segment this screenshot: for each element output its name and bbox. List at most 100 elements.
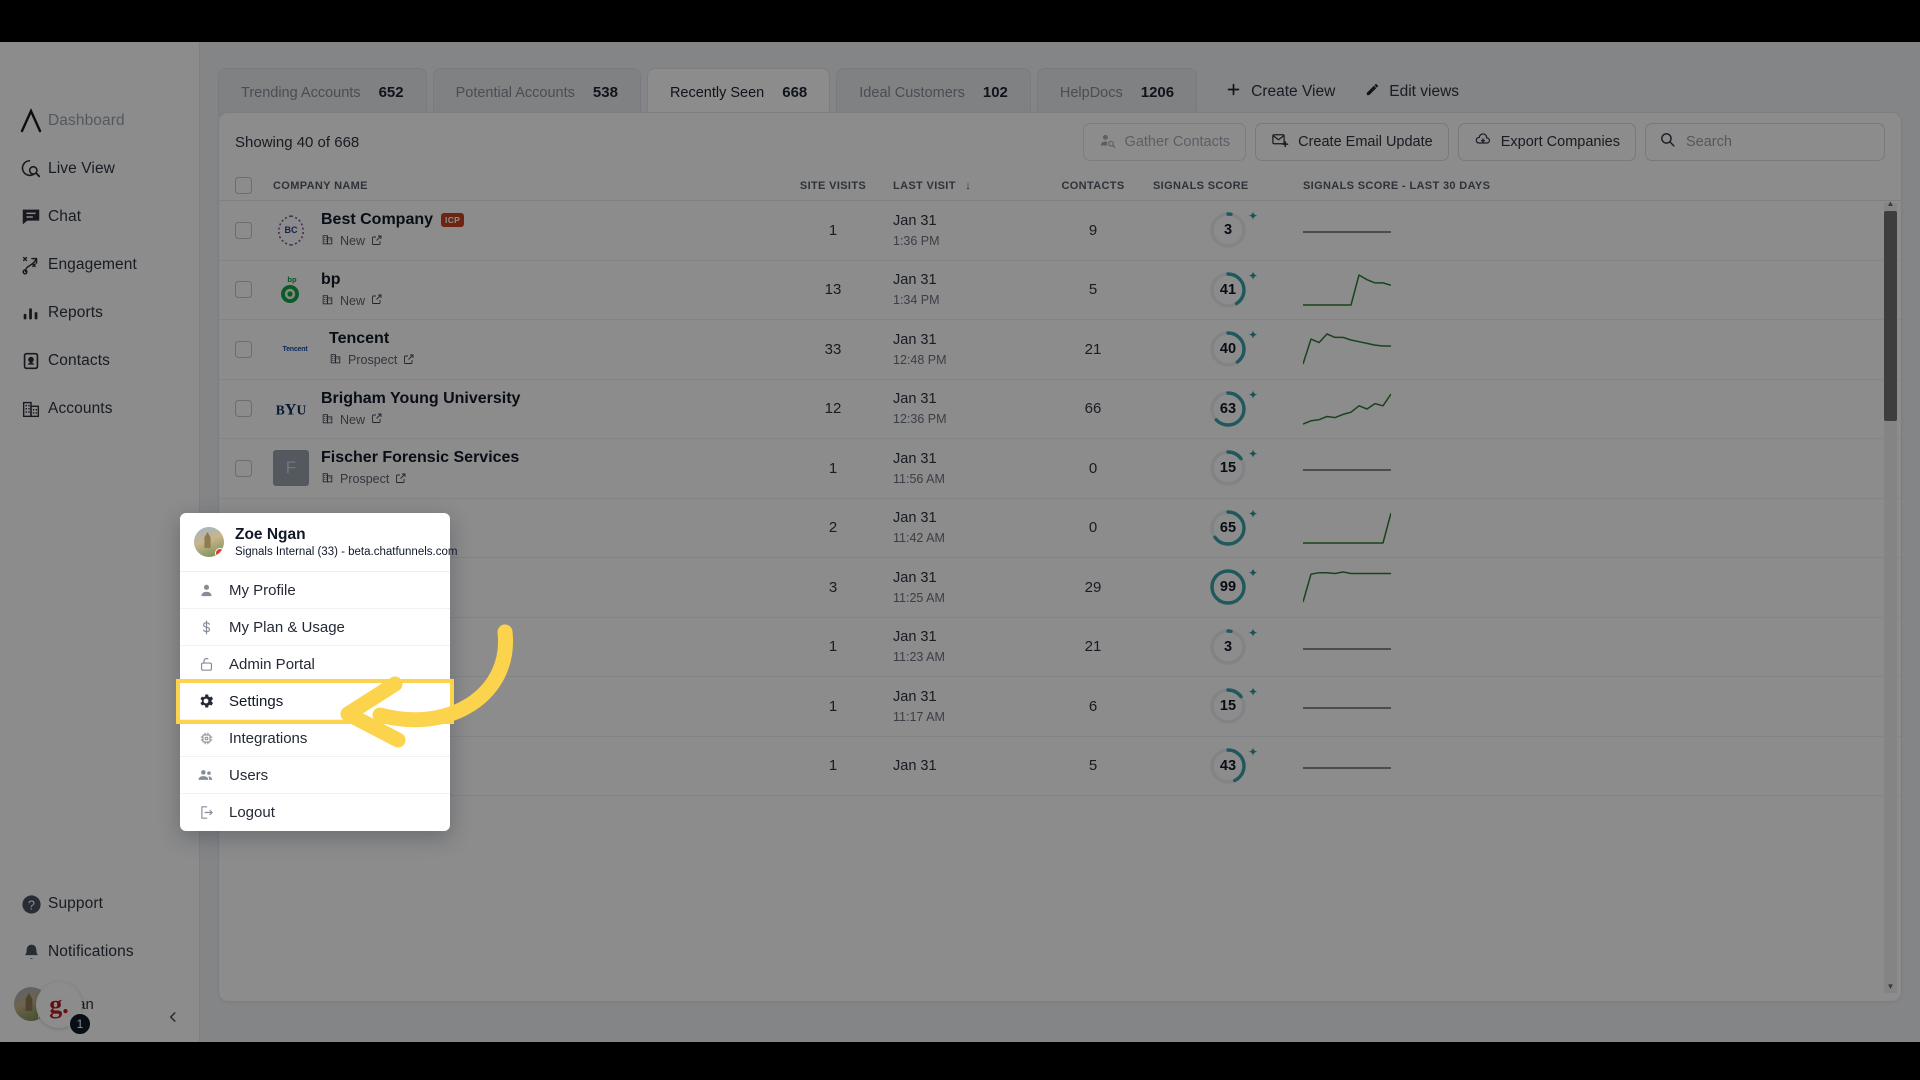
external-link-icon[interactable]: [371, 412, 383, 427]
company-status[interactable]: New: [321, 412, 520, 428]
table-row[interactable]: 1 Jan 31 11:17 AM 6 15 ✦: [219, 677, 1901, 737]
tab-trending-accounts[interactable]: Trending Accounts 652: [218, 68, 427, 116]
sparkline-chart: [1303, 231, 1391, 233]
sparkline-chart: [1303, 274, 1391, 306]
table-row[interactable]: BYU Brigham Young University New 12 Jan 31 12…: [219, 380, 1901, 439]
sidebar-item-accounts[interactable]: Accounts: [0, 385, 200, 433]
company-status[interactable]: Prospect: [329, 352, 415, 368]
menu-item-users[interactable]: Users: [180, 757, 450, 794]
sidebar-item-notifications[interactable]: Notifications: [0, 928, 200, 976]
scrollbar-thumb[interactable]: [1884, 211, 1897, 421]
external-link-icon[interactable]: [371, 234, 383, 249]
tab-label: Ideal Customers: [859, 84, 965, 101]
signals-score-cell[interactable]: 99 ✦: [1153, 566, 1303, 607]
company-name-text: bp: [321, 270, 341, 288]
search-box[interactable]: [1645, 123, 1885, 161]
vertical-scrollbar[interactable]: ▲ ▼: [1884, 199, 1897, 993]
company-logo: BC: [273, 212, 309, 248]
last-visit-date: Jan 31: [893, 450, 937, 467]
menu-item-settings[interactable]: Settings: [176, 679, 454, 724]
signals-score-cell[interactable]: 43 ✦: [1153, 745, 1303, 786]
menu-item-my-plan-usage[interactable]: My Plan & Usage: [180, 609, 450, 646]
row-checkbox[interactable]: [235, 400, 252, 418]
table-row[interactable]: 2 Jan 31 11:42 AM 0 65 ✦: [219, 499, 1901, 558]
signals-score-cell[interactable]: 15 ✦: [1153, 685, 1303, 726]
signals-sparkline-cell: [1303, 213, 1885, 247]
external-link-icon[interactable]: [403, 353, 415, 368]
last-visit-time: 12:36 PM: [893, 412, 947, 427]
sidebar-item-chat[interactable]: Chat: [0, 193, 200, 241]
signals-score-cell[interactable]: 63 ✦: [1153, 387, 1303, 429]
sidebar-item-support[interactable]: ? Support: [0, 880, 200, 928]
table-row[interactable]: 1 Jan 31 5 43 ✦: [219, 737, 1901, 796]
table-row[interactable]: 1 Jan 31 11:23 AM 21 3 ✦: [219, 618, 1901, 677]
col-signals-score-30-days[interactable]: SIGNALS SCORE - LAST 30 DAYS: [1303, 180, 1885, 192]
tab-helpdocs[interactable]: HelpDocs 1206: [1036, 68, 1198, 116]
signals-score-cell[interactable]: 3 ✦: [1153, 625, 1303, 667]
select-all-checkbox[interactable]: [235, 177, 252, 194]
scroll-up-icon[interactable]: ▲: [1884, 197, 1897, 210]
external-link-icon[interactable]: [371, 293, 383, 308]
col-last-visit[interactable]: LAST VISIT ↓: [893, 180, 1033, 192]
search-input[interactable]: [1686, 134, 1871, 150]
sidebar-item-dashboard[interactable]: Dashboard: [0, 97, 200, 145]
menu-item-admin-portal[interactable]: Admin Portal: [180, 646, 450, 683]
sparkle-icon: ✦: [1247, 625, 1258, 640]
contacts-value: 9: [1088, 221, 1098, 239]
export-companies-button[interactable]: Export Companies: [1457, 123, 1636, 161]
table-row[interactable]: 3 Jan 31 11:25 AM 29 99 ✦: [219, 558, 1901, 618]
menu-item-integrations[interactable]: Integrations: [180, 720, 450, 757]
sidebar-item-label: Notifications: [48, 943, 134, 960]
view-tabs: Trending Accounts 652 Potential Accounts…: [218, 64, 1902, 116]
row-checkbox[interactable]: [235, 281, 252, 299]
company-status[interactable]: Prospect: [321, 471, 519, 487]
signals-score-cell[interactable]: 3 ✦: [1153, 209, 1303, 250]
sidebar-item-contacts[interactable]: Contacts: [0, 337, 200, 385]
table-row[interactable]: BC Best Company ICP New 1 Jan 31 1:36 PM 9 3 ✦: [219, 201, 1901, 261]
tab-recently-seen[interactable]: Recently Seen 668: [646, 68, 831, 116]
row-checkbox[interactable]: [235, 340, 252, 358]
menu-item-my-profile[interactable]: My Profile: [180, 572, 450, 609]
row-checkbox[interactable]: [235, 459, 252, 477]
menu-item-logout[interactable]: Logout: [180, 794, 450, 831]
col-contacts[interactable]: CONTACTS: [1033, 180, 1153, 192]
col-site-visits[interactable]: SITE VISITS: [773, 180, 893, 192]
sidebar-item-live-view[interactable]: Live View: [0, 145, 200, 193]
contacts-value: 29: [1084, 578, 1102, 596]
create-view-button[interactable]: Create View: [1225, 81, 1335, 103]
signals-score-value: 99: [1219, 579, 1237, 596]
signals-score-cell[interactable]: 41 ✦: [1153, 269, 1303, 310]
table-row[interactable]: bp bp New 13 Jan 31 1:34 PM 5 41 ✦: [219, 261, 1901, 320]
table-row[interactable]: F Fischer Forensic Services Prospect 1 Jan 3…: [219, 439, 1901, 499]
table-body[interactable]: BC Best Company ICP New 1 Jan 31 1:36 PM 9 3 ✦ bp b…: [219, 201, 1901, 1001]
company-status[interactable]: New: [321, 293, 383, 309]
last-visit-date: Jan 31: [893, 391, 937, 408]
chevron-left-icon[interactable]: [162, 1006, 184, 1028]
sidebar-item-engagement[interactable]: Engagement: [0, 241, 200, 289]
tab-ideal-customers[interactable]: Ideal Customers 102: [836, 68, 1031, 116]
scroll-down-icon[interactable]: ▼: [1884, 980, 1897, 993]
create-email-update-button[interactable]: Create Email Update: [1255, 123, 1449, 161]
company-status-label: New: [340, 293, 366, 308]
external-link-icon[interactable]: [395, 472, 407, 487]
edit-views-button[interactable]: Edit views: [1365, 82, 1459, 102]
company-name[interactable]: Brigham Young University: [321, 390, 520, 408]
company-name[interactable]: bp: [321, 271, 383, 289]
signals-score-cell[interactable]: 15 ✦: [1153, 447, 1303, 488]
signals-score-cell[interactable]: 40 ✦: [1153, 328, 1303, 369]
sparkle-icon: ✦: [1247, 387, 1258, 402]
table-row[interactable]: Tencent Tencent Prospect 33 Jan 31 12:48 PM 21…: [219, 320, 1901, 380]
signals-sparkline-cell: [1303, 511, 1885, 545]
company-status[interactable]: New: [321, 233, 464, 249]
company-name[interactable]: Tencent: [329, 330, 415, 348]
col-signals-score[interactable]: SIGNALS SCORE: [1153, 180, 1303, 192]
svg-text:BYU: BYU: [276, 400, 307, 418]
row-checkbox[interactable]: [235, 221, 252, 239]
gather-contacts-button[interactable]: Gather Contacts: [1082, 123, 1247, 161]
col-company-name[interactable]: COMPANY NAME: [273, 180, 773, 192]
company-name[interactable]: Fischer Forensic Services: [321, 449, 519, 467]
company-name[interactable]: Best Company ICP: [321, 211, 465, 229]
sidebar-item-reports[interactable]: Reports: [0, 289, 200, 337]
signals-score-cell[interactable]: 65 ✦: [1153, 507, 1303, 548]
tab-potential-accounts[interactable]: Potential Accounts 538: [432, 68, 641, 116]
